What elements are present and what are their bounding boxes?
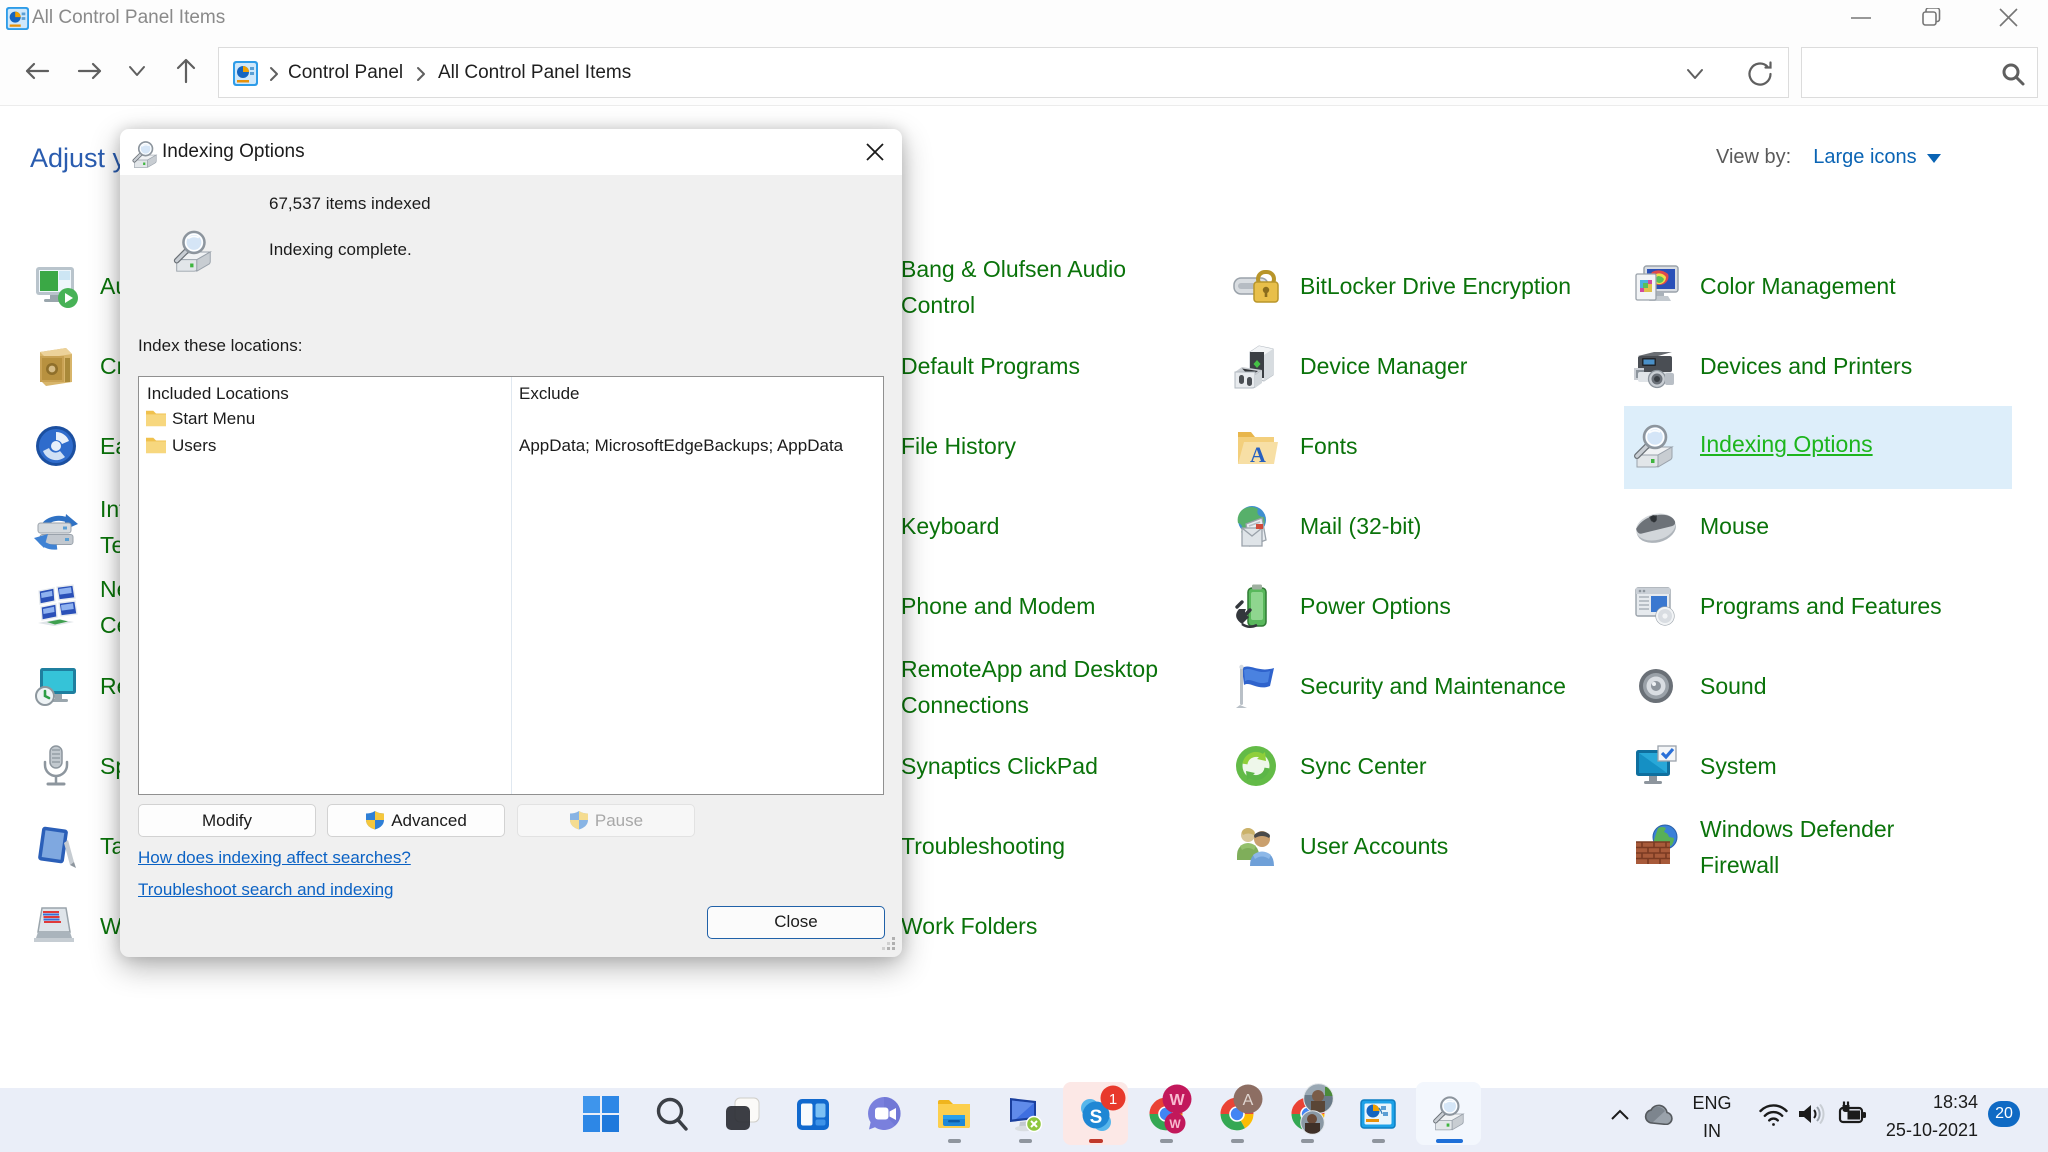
svg-text:1: 1 bbox=[1109, 1091, 1117, 1108]
svg-text:A: A bbox=[1243, 1092, 1254, 1109]
svg-text:A: A bbox=[1250, 442, 1266, 467]
svg-text:W: W bbox=[1169, 1092, 1185, 1109]
svg-text:W: W bbox=[1169, 1117, 1181, 1131]
